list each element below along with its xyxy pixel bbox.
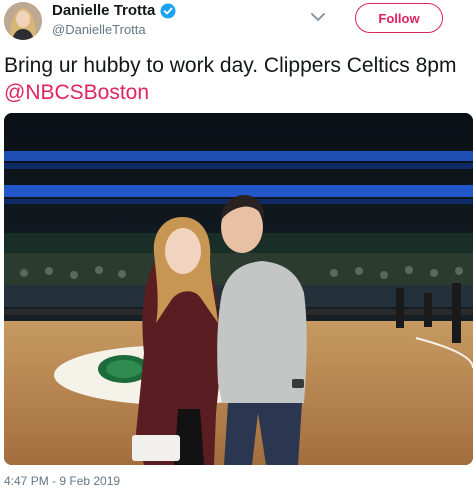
verified-badge-icon — [160, 3, 176, 19]
name-row: Danielle Trotta — [52, 2, 176, 19]
follow-button[interactable]: Follow — [355, 3, 443, 33]
tweet-timestamp[interactable]: 4:47 PM - 9 Feb 2019 — [4, 474, 120, 488]
avatar[interactable] — [4, 2, 42, 40]
display-name[interactable]: Danielle Trotta — [52, 2, 155, 19]
user-handle[interactable]: @DanielleTrotta — [52, 22, 146, 37]
chevron-down-icon[interactable] — [309, 10, 327, 24]
tweet-photo[interactable] — [4, 113, 473, 465]
mention-link[interactable]: @NBCSBoston — [4, 81, 149, 104]
tweet-header: Danielle Trotta @DanielleTrotta Follow — [0, 0, 474, 44]
tweet-text-body: Bring ur hubby to work day. Clippers Cel… — [4, 54, 457, 77]
tweet-text: Bring ur hubby to work day. Clippers Cel… — [4, 52, 470, 106]
